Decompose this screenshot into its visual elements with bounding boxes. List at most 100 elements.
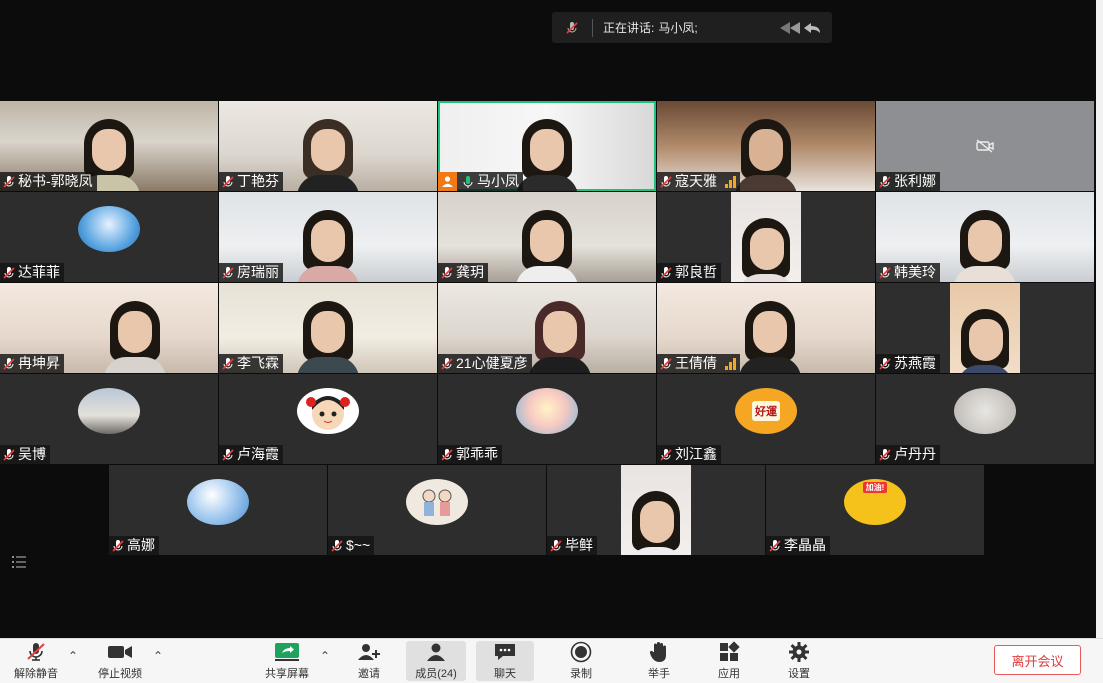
mic-muted-icon: [440, 448, 454, 462]
participant-video: [104, 295, 167, 373]
mic-muted-icon: [659, 357, 673, 371]
mic-muted-icon: [221, 448, 235, 462]
unmute-button[interactable]: 解除静音: [8, 641, 64, 681]
participant-video: [735, 113, 797, 191]
video-tile[interactable]: 龚玥: [438, 192, 656, 282]
participant-name-tag: 卢海霞: [219, 445, 283, 464]
view-switch-icon[interactable]: [778, 19, 822, 37]
mic-muted-icon: [552, 21, 592, 35]
video-tile[interactable]: 王倩倩: [657, 283, 875, 373]
participant-avatar: 好運: [735, 388, 797, 434]
participant-avatar: [78, 206, 140, 252]
participant-avatar: [78, 388, 140, 434]
host-icon: [438, 172, 457, 191]
participant-name: 王倩倩: [675, 355, 717, 371]
participant-name-tag: 李晶晶: [766, 536, 830, 555]
participant-video: [950, 283, 1020, 373]
chat-label: 聊天: [494, 668, 516, 680]
video-tile[interactable]: 吴博: [0, 374, 218, 464]
participant-name: 冉坤昇: [18, 355, 60, 371]
participant-name: 马小凤: [477, 173, 519, 189]
video-tile[interactable]: 高娜: [109, 465, 327, 555]
participant-video: [297, 295, 359, 373]
raise-hand-button[interactable]: 举手: [636, 641, 682, 681]
participant-name-tag: 刘江鑫: [657, 445, 721, 464]
speaking-indicator: 正在讲话: 马小凤;: [552, 12, 832, 43]
record-button[interactable]: 录制: [558, 641, 604, 681]
video-tile[interactable]: 好運 刘江鑫: [657, 374, 875, 464]
participant-name-tag: 马小凤: [438, 172, 523, 191]
participant-name-tag: 王倩倩: [657, 354, 740, 373]
participant-name-tag: 房瑞丽: [219, 263, 283, 282]
stop-video-label: 停止视频: [98, 668, 142, 680]
participant-avatar: 加油!: [844, 479, 906, 525]
mic-muted-icon: [440, 357, 454, 371]
mic-muted-icon: [878, 266, 892, 280]
video-tile[interactable]: 21心健夏彦: [438, 283, 656, 373]
settings-button[interactable]: 设置: [776, 641, 822, 681]
video-options-chevron-icon[interactable]: ⌃: [153, 649, 163, 663]
mic-muted-icon: [768, 539, 782, 553]
participant-list-toggle-icon[interactable]: [6, 552, 32, 572]
apps-grid-icon: [718, 641, 740, 663]
video-tile[interactable]: 加油! 李晶晶: [766, 465, 984, 555]
participant-name-tag: 郭乖乖: [438, 445, 502, 464]
leave-meeting-button[interactable]: 离开会议: [994, 645, 1081, 675]
participant-name: 秘书-郭晓凤: [18, 173, 93, 189]
participant-avatar: [516, 388, 578, 434]
participant-name-tag: 苏燕霞: [876, 354, 940, 373]
chat-button[interactable]: 聊天: [476, 641, 534, 681]
video-tile[interactable]: 郭乖乖: [438, 374, 656, 464]
camera-off-icon: [975, 139, 995, 158]
video-tile[interactable]: 苏燕霞: [876, 283, 1094, 373]
share-screen-button[interactable]: 共享屏幕: [258, 641, 316, 681]
record-label: 录制: [570, 668, 592, 680]
record-icon: [570, 641, 592, 663]
video-tile[interactable]: 丁艳芬: [219, 101, 437, 191]
video-tile[interactable]: 张利娜: [876, 101, 1094, 191]
audio-options-chevron-icon[interactable]: ⌃: [68, 649, 78, 663]
participant-name: 达菲菲: [18, 264, 60, 280]
participant-name-tag: 达菲菲: [0, 263, 64, 282]
participant-name: 张利娜: [894, 173, 936, 189]
video-tile[interactable]: 房瑞丽: [219, 192, 437, 282]
mic-active-icon: [461, 175, 475, 189]
participant-name: 韩美玲: [894, 264, 936, 280]
video-tile[interactable]: 秘书-郭晓凤: [0, 101, 218, 191]
mic-muted-icon: [221, 175, 235, 189]
mic-muted-icon: [2, 175, 16, 189]
invite-button[interactable]: 邀请: [346, 641, 392, 681]
participant-name-tag: 丁艳芬: [219, 172, 283, 191]
participant-video: [621, 465, 691, 555]
participant-name-tag: 高娜: [109, 536, 159, 555]
meeting-toolbar: 解除静音 ⌃ 停止视频 ⌃ 共享屏幕 ⌃ 邀请 成员(24) 聊天 录制 举手 …: [0, 638, 1103, 683]
participant-name: 21心健夏彦: [456, 355, 528, 371]
participant-name: 房瑞丽: [237, 264, 279, 280]
video-tile[interactable]: 李飞霖: [219, 283, 437, 373]
participant-avatar: [406, 479, 468, 525]
video-tile[interactable]: 卢丹丹: [876, 374, 1094, 464]
participant-name: $~~: [346, 537, 371, 553]
video-tile[interactable]: 卢海霞: [219, 374, 437, 464]
participant-name-tag: 韩美玲: [876, 263, 940, 282]
participant-video: [516, 204, 578, 282]
video-tile[interactable]: $~~: [328, 465, 546, 555]
hand-icon: [649, 641, 669, 663]
mic-muted-icon: [659, 448, 673, 462]
video-tile[interactable]: 韩美玲: [876, 192, 1094, 282]
unmute-label: 解除静音: [14, 668, 58, 680]
video-tile[interactable]: 郭良哲: [657, 192, 875, 282]
stop-video-button[interactable]: 停止视频: [90, 641, 150, 681]
video-tile-active-speaker[interactable]: 马小凤: [438, 101, 656, 191]
participant-name: 李晶晶: [784, 537, 826, 553]
share-options-chevron-icon[interactable]: ⌃: [320, 649, 330, 663]
video-tile[interactable]: 冉坤昇: [0, 283, 218, 373]
members-button[interactable]: 成员(24): [406, 641, 466, 681]
video-tile[interactable]: 寇天雅: [657, 101, 875, 191]
participant-avatar: [187, 479, 249, 525]
members-label: 成员(24): [415, 668, 457, 680]
video-tile[interactable]: 毕鲜: [547, 465, 765, 555]
video-tile[interactable]: 达菲菲: [0, 192, 218, 282]
apps-button[interactable]: 应用: [706, 641, 752, 681]
participant-name: 卢海霞: [237, 446, 279, 462]
